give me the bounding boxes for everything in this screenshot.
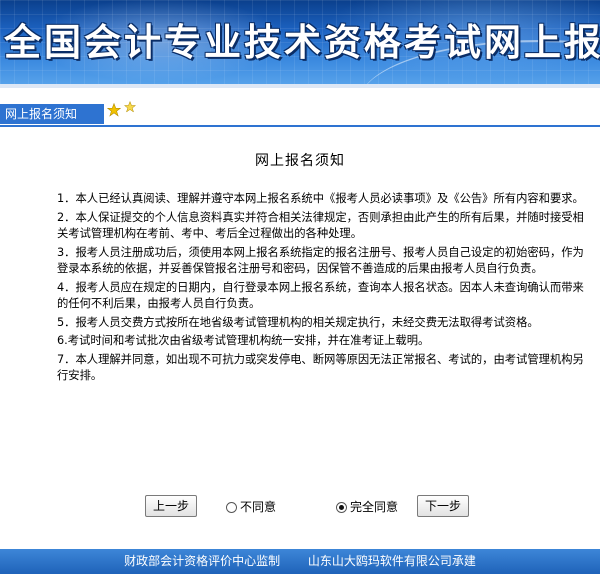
- list-item: 6.考试时间和考试批次由省级考试管理机构统一安排，并在准考证上载明。: [57, 334, 430, 347]
- list-item: 2．本人保证提交的个人信息资料真实并符合相关法律规定，否则承担由此产生的所有后果…: [57, 210, 584, 241]
- nav-divider: [0, 125, 600, 127]
- agree-option[interactable]: 完全同意: [336, 500, 398, 516]
- agree-radio[interactable]: [336, 502, 347, 513]
- disagree-radio[interactable]: [226, 502, 237, 513]
- agree-label: 完全同意: [350, 500, 399, 514]
- list-item: 1．本人已经认真阅读、理解并遵守本网上报名系统中《报考人员必读事项》及《公告》所…: [57, 192, 584, 205]
- tab-registration-notice[interactable]: 网上报名须知: [0, 104, 104, 124]
- page-title: 网上报名须知: [255, 153, 345, 169]
- terms-list: 1．本人已经认真阅读、理解并遵守本网上报名系统中《报考人员必读事项》及《公告》所…: [57, 191, 590, 387]
- star-icon: [107, 103, 121, 117]
- list-item: 4．报考人员应在规定的日期内，自行登录本网上报名系统，查询本人报名状态。因本人未…: [57, 280, 584, 311]
- disagree-option[interactable]: 不同意: [226, 500, 276, 516]
- footer-developer: 山东山大鸥玛软件有限公司承建: [307, 554, 476, 568]
- footer-supervisor: 财政部会计资格评价中心监制: [124, 554, 281, 568]
- footer: 财政部会计资格评价中心监制 山东山大鸥玛软件有限公司承建: [0, 549, 600, 574]
- banner-bottom-line: [0, 84, 600, 88]
- next-step-button[interactable]: 下一步: [417, 495, 469, 517]
- nav-strip: 网上报名须知: [0, 96, 600, 130]
- list-item: 3．报考人员注册成功后，须使用本网上报名系统指定的报名注册号、报考人员自己设定的…: [57, 245, 584, 276]
- list-item: 7．本人理解并同意，如出现不可抗力或突发停电、断网等原因无法正常报名、考试的，由…: [57, 352, 584, 383]
- star-icon: [124, 101, 136, 113]
- disagree-label: 不同意: [240, 500, 277, 514]
- list-item: 5．报考人员交费方式按所在地省级考试管理机构的相关规定执行，未经交费无法取得考试…: [57, 315, 539, 329]
- previous-step-button[interactable]: 上一步: [145, 495, 197, 517]
- banner-title: 全国会计专业技术资格考试网上报名系: [4, 20, 600, 64]
- header-banner: 全国会计专业技术资格考试网上报名系: [0, 0, 600, 88]
